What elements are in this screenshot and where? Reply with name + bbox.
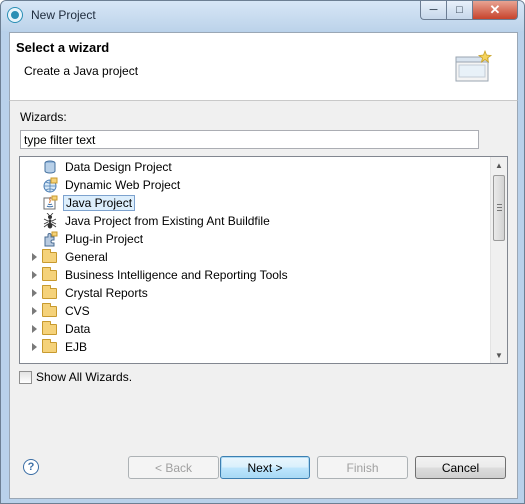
- caption-buttons: ─ □ ✕: [420, 1, 518, 21]
- tree-item-label: Java Project: [63, 195, 136, 211]
- tree-item-label: Plug-in Project: [65, 232, 144, 246]
- wizards-label: Wizards:: [20, 110, 67, 124]
- minimize-icon: ─: [429, 4, 438, 16]
- scroll-down-icon[interactable]: ▼: [491, 347, 507, 363]
- expand-arrow-icon[interactable]: [32, 343, 37, 351]
- tree-item-label: EJB: [65, 340, 88, 354]
- filter-input[interactable]: [20, 130, 479, 149]
- finish-button[interactable]: Finish: [317, 456, 408, 479]
- tree-item-label: Data: [65, 322, 91, 336]
- tree-item-data-design-project[interactable]: Data Design Project: [20, 158, 490, 176]
- show-all-wizards[interactable]: Show All Wizards.: [19, 370, 132, 384]
- expand-arrow-icon[interactable]: [32, 253, 37, 261]
- show-all-checkbox[interactable]: [19, 370, 32, 384]
- folder-icon: [42, 321, 57, 335]
- back-button[interactable]: < Back: [128, 456, 219, 479]
- tree-item-label: General: [65, 250, 108, 264]
- tree-item-label: Dynamic Web Project: [65, 178, 181, 192]
- help-icon[interactable]: ?: [23, 459, 39, 475]
- tree-item-label: Java Project from Existing Ant Buildfile: [65, 214, 270, 228]
- java-project-icon: [43, 195, 58, 210]
- cancel-button[interactable]: Cancel: [415, 456, 506, 479]
- folder-icon: [42, 339, 57, 353]
- tree-item-label: Business Intelligence and Reporting Tool…: [65, 268, 288, 282]
- folder-icon: [42, 249, 57, 263]
- eclipse-icon: [8, 8, 22, 22]
- maximize-icon: □: [456, 4, 463, 16]
- tree-item-dynamic-web-project[interactable]: Dynamic Web Project: [20, 176, 490, 194]
- scroll-up-icon[interactable]: ▲: [491, 157, 507, 173]
- tree-item-birt[interactable]: Business Intelligence and Reporting Tool…: [20, 266, 490, 284]
- tree-item-label: CVS: [65, 304, 90, 318]
- page-description: Create a Java project: [24, 64, 139, 78]
- folder-icon: [42, 267, 57, 281]
- minimize-button[interactable]: ─: [420, 1, 446, 20]
- maximize-button[interactable]: □: [446, 1, 472, 20]
- tree-item-data[interactable]: Data: [20, 320, 490, 338]
- expand-arrow-icon[interactable]: [32, 271, 37, 279]
- wizard-content: Wizards: Data Design Project Dynamic Web…: [9, 100, 518, 499]
- tree-scrollbar[interactable]: ▲ ▼: [490, 157, 507, 363]
- scroll-thumb[interactable]: [493, 175, 505, 241]
- show-all-label: Show All Wizards.: [36, 370, 133, 384]
- folder-icon: [42, 303, 57, 317]
- tree-item-cvs[interactable]: CVS: [20, 302, 490, 320]
- wizard-tree[interactable]: Data Design Project Dynamic Web Project …: [19, 156, 508, 364]
- tree-item-label: Data Design Project: [65, 160, 172, 174]
- tree-item-ejb[interactable]: EJB: [20, 338, 490, 356]
- window-title: New Project: [31, 8, 96, 22]
- expand-arrow-icon[interactable]: [32, 289, 37, 297]
- expand-arrow-icon[interactable]: [32, 325, 37, 333]
- close-icon: ✕: [489, 2, 501, 17]
- ant-icon: [43, 213, 57, 229]
- close-button[interactable]: ✕: [472, 1, 518, 20]
- tree-item-plug-in-project[interactable]: Plug-in Project: [20, 230, 490, 248]
- wizard-banner-icon: [455, 49, 493, 82]
- title-bar[interactable]: New Project ─ □ ✕: [1, 1, 524, 31]
- new-project-dialog: New Project ─ □ ✕ Select a wizard Create…: [0, 0, 525, 504]
- wizard-header: Select a wizard Create a Java project: [9, 32, 518, 101]
- folder-icon: [42, 285, 57, 299]
- next-button[interactable]: Next >: [220, 456, 310, 479]
- tree-item-label: Crystal Reports: [65, 286, 148, 300]
- data-design-icon: [44, 160, 56, 174]
- page-title: Select a wizard: [16, 40, 110, 55]
- plugin-icon: [44, 231, 58, 247]
- expand-arrow-icon[interactable]: [32, 307, 37, 315]
- tree-item-java-project-from-ant[interactable]: Java Project from Existing Ant Buildfile: [20, 212, 490, 230]
- web-project-icon: [43, 177, 58, 193]
- tree-item-general[interactable]: General: [20, 248, 490, 266]
- tree-item-crystal-reports[interactable]: Crystal Reports: [20, 284, 490, 302]
- tree-item-java-project[interactable]: Java Project: [20, 194, 490, 212]
